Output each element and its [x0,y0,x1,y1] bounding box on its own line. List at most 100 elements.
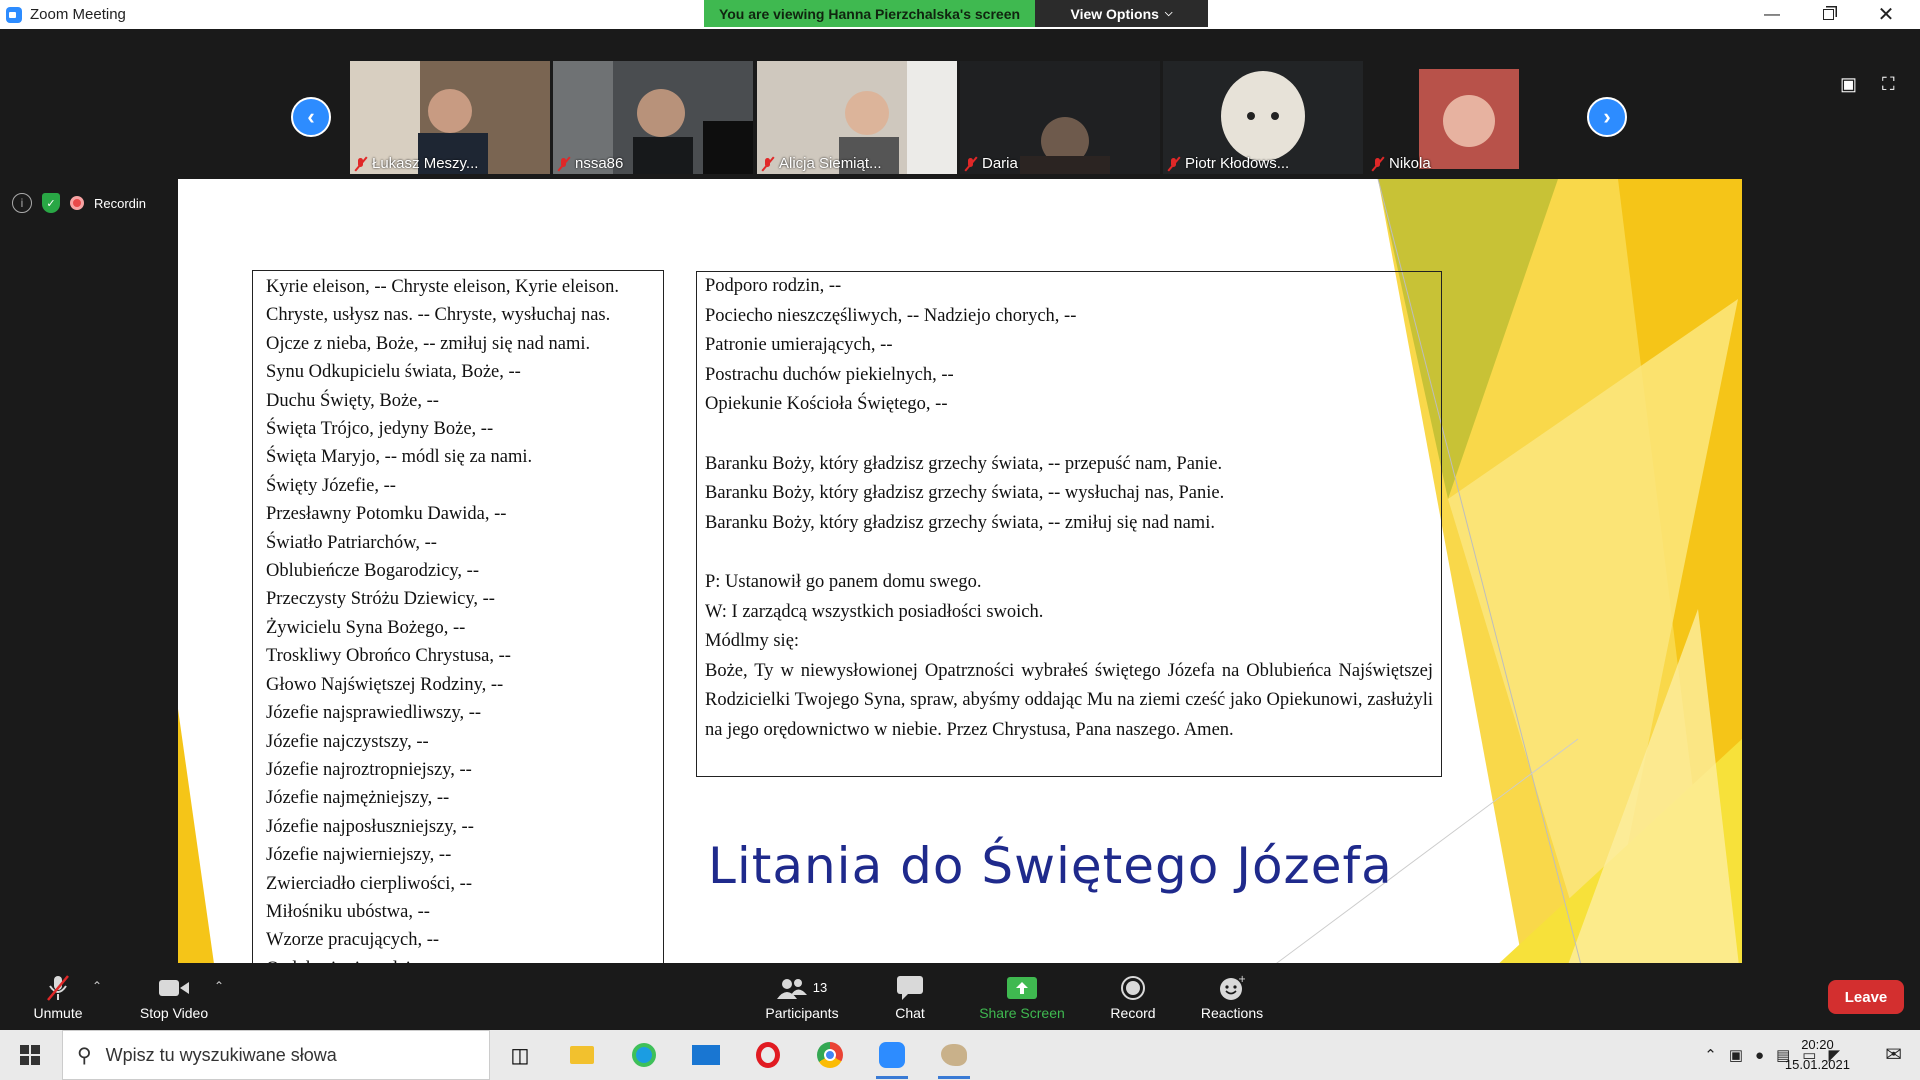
litany-line: Chryste, usłysz nas. -- Chryste, wysłuch… [266,305,611,326]
litany-line: Głowo Najświętszej Rodziny, -- [266,674,504,695]
audio-options-caret-icon[interactable]: ⌃ [92,979,102,993]
participant-tile[interactable]: Łukasz Meszy... [350,61,550,174]
participant-tile[interactable]: Daria [960,61,1160,174]
notification-center-icon[interactable]: ✉ [1885,1042,1902,1067]
task-view-icon[interactable]: ◫ [500,1035,540,1075]
litany-line: Baranku Boży, który gładzisz grzechy świ… [705,512,1215,533]
litany-line: Pociecho nieszczęśliwych, -- Nadziejo ch… [705,305,1077,326]
paint-app-icon[interactable] [934,1035,974,1079]
stop-video-button[interactable]: Stop Video [132,963,216,1030]
close-icon: ✕ [1877,4,1895,26]
share-screen-label: Share Screen [979,1004,1065,1021]
stop-video-label: Stop Video [139,1004,209,1021]
clock-date: 15.01.2021 [1784,1057,1850,1072]
microphone-icon[interactable]: ● [1755,1047,1764,1064]
litany-line: Zwierciadło cierpliwości, -- [266,873,472,894]
start-button[interactable] [0,1030,60,1080]
litany-line: Wzorze pracujących, -- [266,930,440,951]
taskbar-clock[interactable]: 20:20 15.01.2021 [1785,1035,1850,1075]
litany-line: Przesławny Potomku Dawida, -- [266,504,507,525]
participant-name-tag: Nikola [1371,155,1431,172]
participant-name: Daria [982,155,1018,172]
chevron-up-icon[interactable]: ⌃ [1704,1046,1717,1064]
participant-name-tag: Daria [964,155,1018,172]
restore-icon [1822,9,1834,20]
mic-muted-icon [1371,157,1385,171]
participants-button[interactable]: 13 Participants [760,963,844,1030]
leave-button[interactable]: Leave [1828,980,1904,1014]
zoom-taskbar-icon[interactable] [872,1035,912,1079]
chat-button[interactable]: Chat [878,963,942,1030]
mic-muted-icon [354,157,368,171]
meeting-info-bar: i ✓ Recordin [12,193,146,213]
prev-participants-button[interactable]: ‹ [291,97,331,137]
litany-line: Opiekunie Kościoła Świętego, -- [705,394,948,415]
minimize-icon: — [1764,5,1780,23]
search-icon: ⚲ [77,1044,92,1067]
video-camera-icon [159,973,189,1003]
unmute-button[interactable]: Unmute [28,963,88,1030]
litany-line: Miłośniku ubóstwa, -- [266,901,430,922]
participant-name: nssa86 [575,155,624,172]
litany-line: Józefie najwierniejszy, -- [266,845,452,866]
litany-line: Święta Trójco, jedyny Boże, -- [266,419,494,440]
clock-time: 20:20 [1801,1037,1834,1052]
camera-status-icon[interactable]: ▣ [1729,1046,1743,1064]
litany-line: Józefie najczystszy, -- [266,731,429,752]
windows-taskbar: ⚲ Wpisz tu wyszukiwane słowa ◫ ⌃ ▣ ● ▤ ▭… [0,1030,1920,1080]
view-options-button[interactable]: View Options ⌵ [1035,0,1208,27]
fullscreen-icon[interactable]: ⛶ [1882,74,1895,95]
participant-name-tag: Łukasz Meszy... [354,155,478,172]
edge-browser-icon[interactable] [624,1035,664,1075]
litany-line: W: I zarządcą wszystkich posiadłości swo… [705,601,1044,622]
file-explorer-icon[interactable] [562,1035,602,1075]
meeting-stage: ‹ Łukasz Meszy... nssa86 Alicja Siemiąt.… [0,29,1920,992]
participant-tile[interactable]: nssa86 [553,61,753,174]
share-screen-button[interactable]: Share Screen [972,963,1072,1030]
participant-name: Nikola [1389,155,1431,172]
chrome-browser-icon[interactable] [810,1035,850,1075]
opera-browser-icon[interactable] [748,1035,788,1075]
recording-label: Recordin [94,195,147,211]
litany-line: Kyrie eleison, -- Chryste eleison, Kyrie… [266,277,619,297]
share-banner: You are viewing Hanna Pierzchalska's scr… [704,0,1208,27]
slide-title: Litania do Świętego Józefa [708,837,1393,895]
litany-line: Józefie najroztropniejszy, -- [266,759,472,780]
participant-name: Łukasz Meszy... [372,155,479,172]
title-bar: Zoom Meeting You are viewing Hanna Pierz… [0,0,1920,29]
zoom-app-icon [6,6,22,23]
record-label: Record [1110,1004,1156,1021]
litany-line: P: Ustanowił go panem domu swego. [705,571,982,592]
litany-right-column: Podporo rodzin, -- Pociecho nieszczęśliwy… [696,271,1442,777]
layout-toggle-icon[interactable]: ▣ [1840,74,1857,95]
svg-text:+: + [1238,975,1245,985]
chevron-right-icon: › [1603,104,1611,129]
close-window-button[interactable]: ✕ [1858,0,1914,29]
litany-line: Światło Patriarchów, -- [266,532,437,553]
unmute-label: Unmute [33,1004,83,1021]
participant-tile[interactable]: Piotr Kłodows... [1163,61,1363,174]
restore-button[interactable] [1800,0,1856,29]
next-participants-button[interactable]: › [1587,97,1627,137]
litany-line: Józefie najsprawiedliwszy, -- [266,703,482,724]
participant-name-tag: nssa86 [557,155,623,172]
participant-tile[interactable]: Alicja Siemiąt... [757,61,957,174]
taskbar-search-placeholder: Wpisz tu wyszukiwane słowa [105,1044,337,1065]
share-banner-message: You are viewing Hanna Pierzchalska's scr… [704,0,1035,27]
info-icon[interactable]: i [12,193,32,213]
litany-line: Synu Odkupicielu świata, Boże, -- [266,362,521,383]
taskbar-search-box[interactable]: ⚲ Wpisz tu wyszukiwane słowa [62,1030,490,1080]
participant-tile[interactable]: Nikola [1367,61,1567,174]
security-shield-icon[interactable]: ✓ [42,193,60,213]
mic-muted-icon [761,157,775,171]
reactions-button[interactable]: + Reactions [1194,963,1270,1030]
litany-line: Józefie najposłuszniejszy, -- [266,816,474,837]
record-button[interactable]: Record [1102,963,1164,1030]
litany-line: Módlmy się: [705,631,800,652]
mic-muted-icon [557,157,571,171]
mail-icon[interactable] [686,1035,726,1075]
video-options-caret-icon[interactable]: ⌃ [214,979,224,993]
minimize-button[interactable]: — [1744,0,1800,29]
litany-line: Duchu Święty, Boże, -- [266,390,439,411]
participant-name-tag: Piotr Kłodows... [1167,155,1289,172]
